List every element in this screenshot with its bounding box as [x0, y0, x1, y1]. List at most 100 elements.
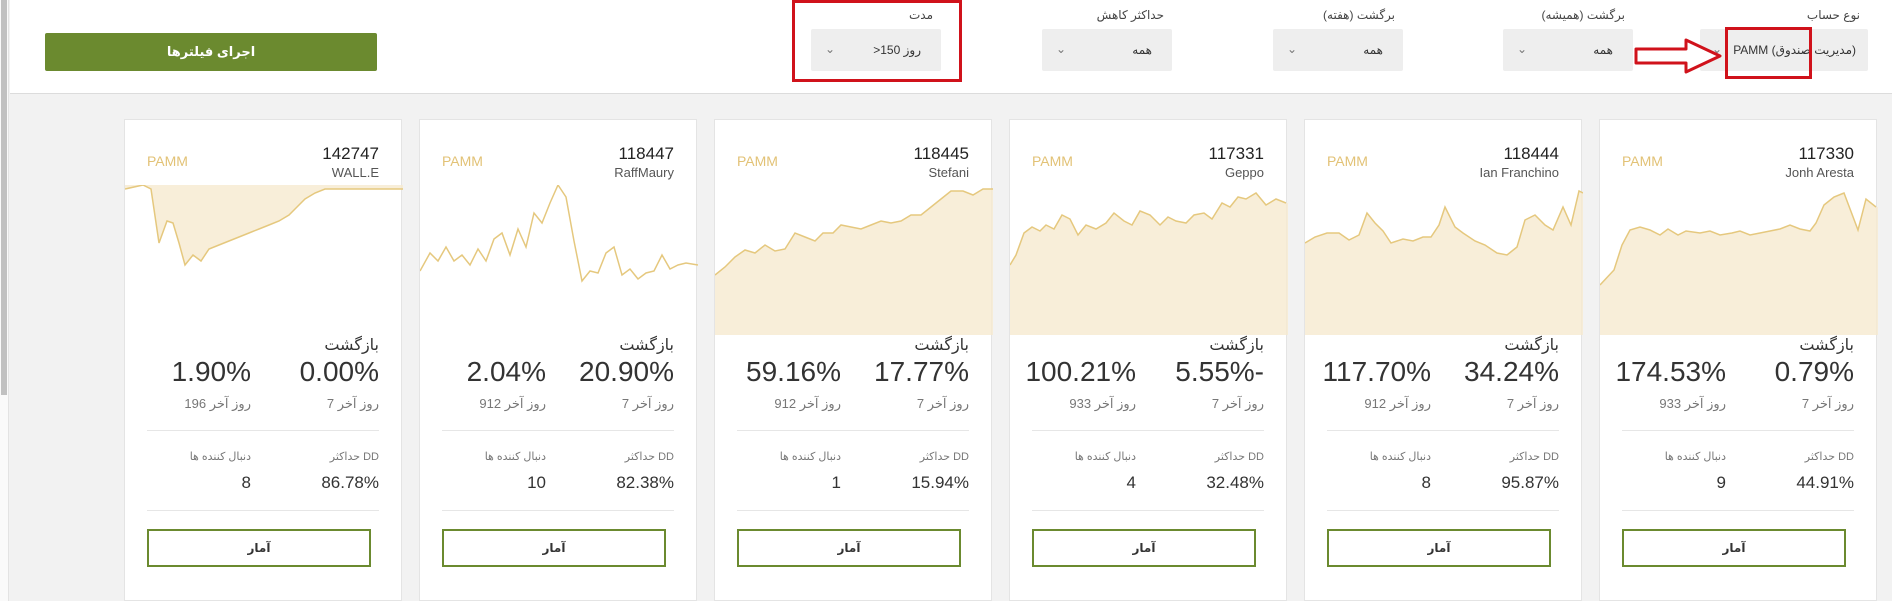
- account-id: 118444: [1503, 144, 1559, 163]
- account-card: PAMM 118447 RaffMaury بازگشت 20.90% 2.04…: [419, 119, 698, 601]
- max-drawdown-select[interactable]: همه ⌄: [1042, 29, 1172, 71]
- sparkline-chart: [1010, 192, 1288, 335]
- return-total-label: 196 روز آخر: [184, 396, 251, 411]
- divider: [1622, 510, 1854, 511]
- account-type-label: PAMM: [1032, 153, 1073, 169]
- divider: [442, 430, 674, 431]
- account-id: 118447: [618, 144, 674, 163]
- divider: [1327, 430, 1559, 431]
- account-card: PAMM 142747 WALL.E بازگشت 0.00% 1.90% 7 …: [124, 119, 403, 601]
- return-total-label: 912 روز آخر: [479, 396, 546, 411]
- followers-value: 8: [1421, 473, 1431, 492]
- return-7d-label: 7 روز آخر: [326, 396, 379, 411]
- return-title: بازگشت: [914, 337, 969, 354]
- chevron-down-icon: ⌄: [1517, 42, 1528, 56]
- filter-label: برگشت (همیشه): [1541, 8, 1625, 22]
- return-7d-label: 7 روز آخر: [1801, 396, 1854, 411]
- filter-return-week: برگشت (هفته) همه ⌄: [1273, 5, 1403, 75]
- stats-button[interactable]: آمار: [1622, 529, 1846, 567]
- followers-label: دنبال کننده ها: [779, 451, 841, 463]
- divider: [442, 510, 674, 511]
- followers-label: دنبال کننده ها: [1074, 451, 1136, 463]
- max-dd-label: حداکثر DD: [329, 451, 379, 463]
- chevron-down-icon: ⌄: [1287, 42, 1298, 56]
- account-type-label: PAMM: [1327, 153, 1368, 169]
- filter-label: نوع حساب: [1806, 8, 1860, 22]
- return-title: بازگشت: [1504, 337, 1559, 354]
- max-dd-value: 32.48%: [1206, 473, 1264, 492]
- max-dd-label: حداکثر DD: [624, 451, 674, 463]
- return-7d-label: 7 روز آخر: [916, 396, 969, 411]
- scrollbar-thumb[interactable]: [1, 0, 7, 395]
- return-total-label: 912 روز آخر: [774, 396, 841, 411]
- return-title: بازگشت: [324, 337, 379, 354]
- divider: [1622, 430, 1854, 431]
- return-total-label: 933 روز آخر: [1069, 396, 1136, 411]
- stats-button[interactable]: آمار: [737, 529, 961, 567]
- account-name: Stefani: [928, 165, 969, 180]
- account-id: 142747: [322, 144, 379, 163]
- highlight-box-account-type: [1725, 27, 1812, 79]
- account-card: PAMM 118444 Ian Franchino بازگشت 34.24% …: [1304, 119, 1583, 601]
- return-7d-value: 0.00%: [299, 356, 379, 387]
- divider: [147, 430, 379, 431]
- max-dd-value: 95.87%: [1501, 473, 1559, 492]
- max-dd-label: حداکثر DD: [1804, 451, 1854, 463]
- max-dd-label: حداکثر DD: [919, 451, 969, 463]
- return-total-value: 174.53%: [1615, 356, 1726, 387]
- sparkline-chart: [125, 185, 403, 267]
- max-dd-value: 86.78%: [321, 473, 379, 492]
- select-value: همه: [1363, 43, 1383, 57]
- followers-value: 1: [831, 473, 841, 492]
- return-week-select[interactable]: همه ⌄: [1273, 29, 1403, 71]
- return-7d-label: 7 روز آخر: [1211, 396, 1264, 411]
- return-title: بازگشت: [619, 337, 674, 354]
- return-total-value: 59.16%: [746, 356, 841, 387]
- sparkline-chart: [420, 185, 698, 283]
- return-total-value: 1.90%: [171, 356, 251, 387]
- max-dd-label: حداکثر DD: [1214, 451, 1264, 463]
- return-total-value: 2.04%: [466, 356, 546, 387]
- return-title: بازگشت: [1799, 337, 1854, 354]
- account-name: RaffMaury: [614, 165, 674, 180]
- followers-label: دنبال کننده ها: [484, 451, 546, 463]
- account-type-label: PAMM: [442, 153, 483, 169]
- return-always-select[interactable]: همه ⌄: [1503, 29, 1633, 71]
- followers-value: 4: [1126, 473, 1136, 492]
- followers-label: دنبال کننده ها: [1664, 451, 1726, 463]
- filter-label: حداکثر کاهش: [1096, 8, 1164, 22]
- stats-button[interactable]: آمار: [442, 529, 666, 567]
- arrow-right-icon: [1634, 38, 1722, 74]
- account-name: Geppo: [1224, 165, 1264, 180]
- return-total-label: 933 روز آخر: [1659, 396, 1726, 411]
- divider: [737, 510, 969, 511]
- followers-label: دنبال کننده ها: [1369, 451, 1431, 463]
- divider: [1032, 430, 1264, 431]
- followers-value: 9: [1716, 473, 1726, 492]
- filter-return-always: برگشت (همیشه) همه ⌄: [1503, 5, 1633, 75]
- return-7d-value: 34.24%: [1464, 356, 1559, 387]
- return-7d-label: 7 روز آخر: [1506, 396, 1559, 411]
- return-7d-value: 0.79%: [1774, 356, 1854, 387]
- followers-value: 10: [527, 473, 546, 492]
- run-filters-button[interactable]: اجرای فیلترها: [45, 33, 377, 71]
- stats-button[interactable]: آمار: [1327, 529, 1551, 567]
- account-type-label: PAMM: [1622, 153, 1663, 169]
- stats-button[interactable]: آمار: [147, 529, 371, 567]
- select-value: همه: [1132, 43, 1152, 57]
- account-id: 118445: [913, 144, 969, 163]
- max-dd-value: 82.38%: [616, 473, 674, 492]
- account-card: PAMM 117331 Geppo بازگشت 5.55%- 100.21% …: [1009, 119, 1288, 601]
- account-card: PAMM 117330 Jonh Aresta بازگشت 0.79% 174…: [1599, 119, 1878, 601]
- account-type-label: PAMM: [147, 153, 188, 169]
- divider: [1032, 510, 1264, 511]
- account-card: PAMM 118445 Stefani بازگشت 17.77% 59.16%…: [714, 119, 993, 601]
- account-id: 117331: [1208, 144, 1264, 163]
- page-scrollbar[interactable]: [0, 0, 9, 601]
- return-total-label: 912 روز آخر: [1364, 396, 1431, 411]
- account-name: WALL.E: [331, 165, 379, 180]
- divider: [1327, 510, 1559, 511]
- max-dd-label: حداکثر DD: [1509, 451, 1559, 463]
- stats-button[interactable]: آمار: [1032, 529, 1256, 567]
- return-7d-label: 7 روز آخر: [621, 396, 674, 411]
